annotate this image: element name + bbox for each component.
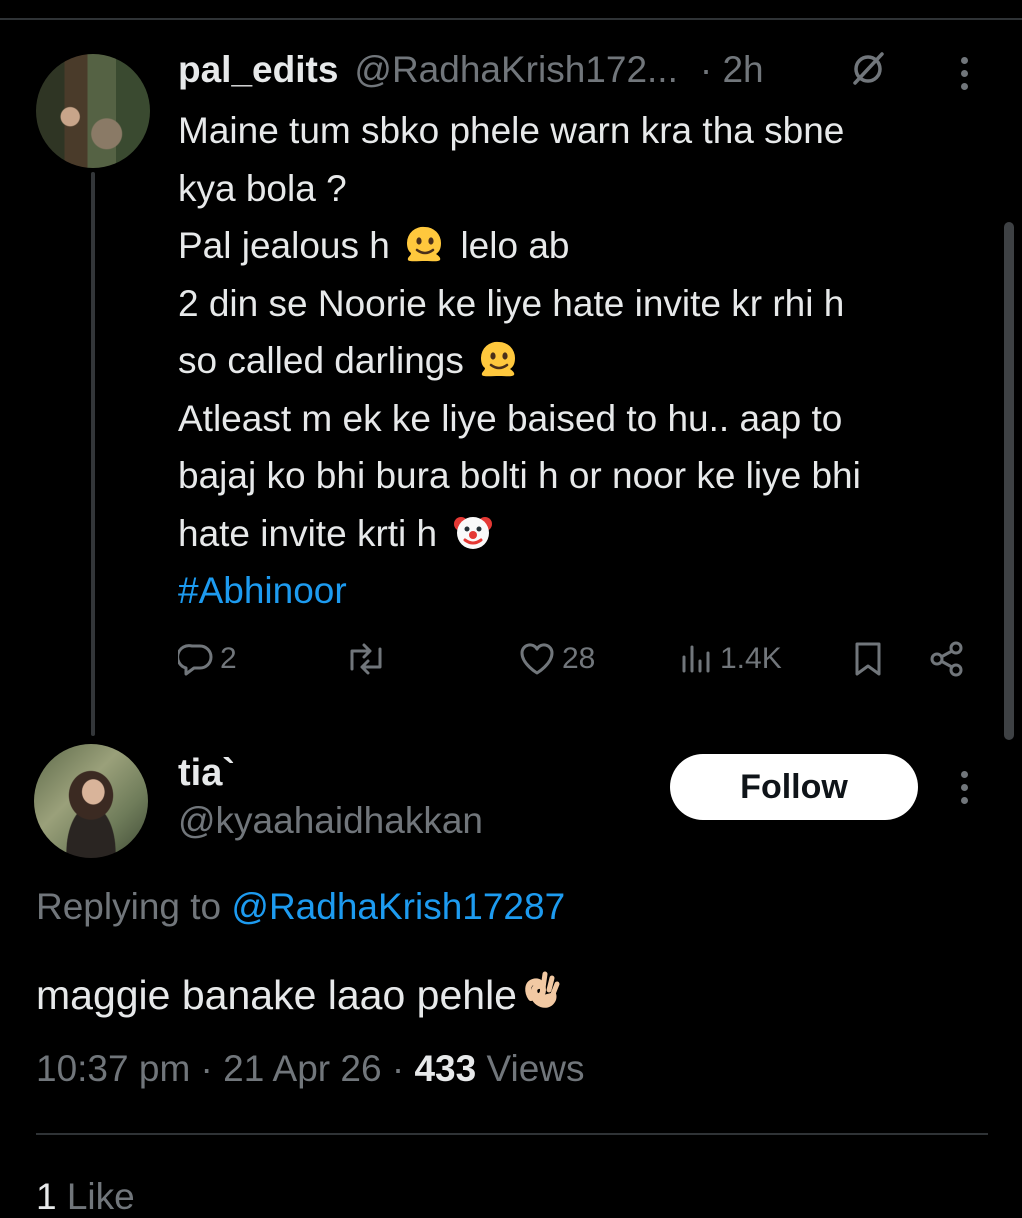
retweet-button[interactable] xyxy=(344,636,388,682)
like-button[interactable]: 28 xyxy=(518,636,595,682)
replying-to: Replying to @RadhaKrish17287 xyxy=(36,886,566,927)
views-count: 1.4K xyxy=(720,642,782,675)
bookmark-button[interactable] xyxy=(852,636,884,682)
ok-hand-emoji-icon xyxy=(525,971,560,1008)
display-name[interactable]: pal_edits xyxy=(178,49,338,91)
tweet-line: bajaj ko bhi bura bolti h or noor ke liy… xyxy=(178,455,861,496)
tweet-line: so called darlings xyxy=(178,332,998,390)
share-button[interactable] xyxy=(928,636,966,682)
likes-label: Like xyxy=(66,1176,135,1217)
views-icon xyxy=(682,645,710,673)
reply-icon xyxy=(178,644,213,676)
display-name[interactable]: tia` xyxy=(178,752,235,795)
mention-link[interactable]: @RadhaKrish17287 xyxy=(231,886,565,927)
likes-count: 1 xyxy=(36,1176,57,1217)
reply-text: maggie banake laao pehle xyxy=(36,968,565,1019)
reply-count: 2 xyxy=(220,642,237,675)
avatar-pal-edits[interactable] xyxy=(36,54,150,168)
user-handle[interactable]: @RadhaKrish172... xyxy=(354,49,677,91)
top-divider xyxy=(0,18,1022,20)
like-icon xyxy=(520,643,554,675)
timestamp[interactable]: 10:37 pm · 21 Apr 26 · xyxy=(36,1048,404,1089)
reply-button[interactable]: 2 xyxy=(178,636,237,682)
view-count: 433 xyxy=(414,1048,477,1089)
tweet-line: kya bola ? xyxy=(178,167,347,209)
more-options-icon[interactable] xyxy=(960,57,970,96)
divider xyxy=(36,1133,988,1135)
bookmark-icon xyxy=(855,642,881,676)
tweet-line: Pal jealous h lelo ab xyxy=(178,225,570,266)
tweet-time[interactable]: · 2h xyxy=(700,49,764,91)
views-button[interactable]: 1.4K xyxy=(680,636,782,682)
melting-face-emoji-icon xyxy=(481,341,516,377)
follow-button[interactable]: Follow xyxy=(670,754,918,820)
views-label: Views xyxy=(486,1048,585,1089)
melting-face-emoji-icon xyxy=(407,226,442,262)
avatar-tia[interactable] xyxy=(34,744,148,858)
likes-summary[interactable]: 1 Like xyxy=(36,1176,135,1218)
tweet-line: 2 din se Noorie ke liye hate invite kr r… xyxy=(178,282,845,324)
tweet-actions: 2 28 1.4K xyxy=(0,636,1022,682)
tweet-header: pal_edits @RadhaKrish172... · 2h xyxy=(178,46,764,94)
hashtag-link[interactable]: #Abhinoor xyxy=(178,562,998,620)
tweet-line: Atleast m ek ke liye baised to hu.. aap … xyxy=(178,397,843,439)
tweet-line: Maine tum sbko phele warn kra tha sbne xyxy=(178,110,845,151)
user-handle[interactable]: @kyaahaidhakkan xyxy=(178,800,483,842)
clown-face-emoji-icon xyxy=(454,516,493,549)
grok-icon[interactable] xyxy=(848,48,888,88)
more-options-icon[interactable] xyxy=(960,771,970,810)
retweet-icon xyxy=(350,643,382,675)
tweet-line: hate invite krti h xyxy=(178,505,998,563)
like-count: 28 xyxy=(562,642,596,675)
share-icon xyxy=(930,641,963,677)
tweet-text: Maine tum sbko phele warn kra tha sbne k… xyxy=(178,102,998,620)
tweet-meta: 10:37 pm · 21 Apr 26 · 433 Views xyxy=(36,1048,585,1090)
